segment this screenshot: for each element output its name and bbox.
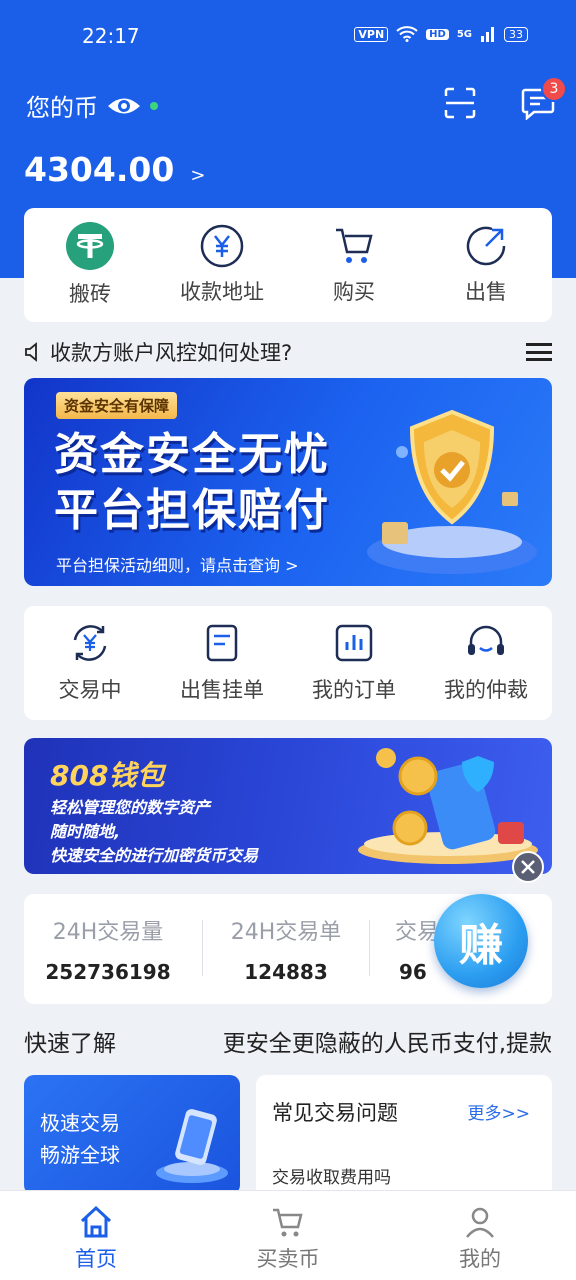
quick-learn-header: 快速了解 更安全更隐蔽的人民币支付,提款 <box>24 1024 552 1058</box>
status-icons: VPN HD 5G 33 <box>354 26 528 42</box>
banner2-line: 快速安全的进行加密货币交易 <box>50 846 259 865</box>
quick-action-buy[interactable]: 购买 <box>288 208 420 322</box>
functions-card: 交易中 出售挂单 我的订单 我的仲裁 <box>24 606 552 720</box>
hd-icon: HD <box>426 28 449 40</box>
banner-headline-2: 平台担保赔付 <box>54 485 330 536</box>
stat-volume: 24H交易量 252736198 <box>24 894 192 1004</box>
func-sell-orders[interactable]: 出售挂单 <box>156 606 288 720</box>
tab-label: 买卖币 <box>256 1247 320 1271</box>
tab-home[interactable]: 首页 <box>0 1191 192 1280</box>
stat-value: 124883 <box>244 960 328 984</box>
menu-icon[interactable] <box>526 343 552 361</box>
tab-label: 首页 <box>75 1247 117 1271</box>
wifi-icon <box>396 26 418 42</box>
banner2-line: 轻松管理您的数字资产 <box>50 798 211 817</box>
battery-icon: 33 <box>504 26 528 42</box>
bottom-tab-bar: 首页 买卖币 我的 <box>0 1190 576 1280</box>
quick-action-label: 收款地址 <box>180 280 264 304</box>
close-banner-button[interactable] <box>512 851 544 883</box>
promo-line: 畅游全球 <box>40 1143 120 1167</box>
faq-question[interactable]: 交易收取费用吗 <box>272 1163 391 1188</box>
quick-action-brick[interactable]: 搬砖 <box>24 208 156 322</box>
quick-actions-card: 搬砖 收款地址 购买 出售 <box>24 208 552 322</box>
func-label: 我的仲裁 <box>444 678 528 702</box>
banner-subtitle: 平台担保活动细则，请点击查询 > <box>56 556 299 575</box>
quick-action-receive-address[interactable]: 收款地址 <box>156 208 288 322</box>
yen-circle-icon <box>200 224 244 268</box>
notice-bar[interactable]: 收款方账户风控如何处理? <box>24 334 552 370</box>
tab-trade[interactable]: 买卖币 <box>192 1191 384 1280</box>
cart-icon <box>336 228 373 263</box>
chart-bar-icon <box>335 624 373 662</box>
headset-icon <box>468 625 504 655</box>
func-my-orders[interactable]: 我的订单 <box>288 606 420 720</box>
tether-icon <box>66 222 114 270</box>
banner2-line: 随时随地, <box>50 822 121 841</box>
status-bar: 22:17 VPN HD 5G 33 <box>0 18 576 58</box>
faq-title: 常见交易问题 <box>272 1101 398 1125</box>
speaker-icon <box>25 342 37 362</box>
eye-icon[interactable] <box>106 95 142 117</box>
quick-action-label: 出售 <box>465 280 507 304</box>
marquee-text[interactable]: 更安全更隐蔽的人民币支付,提款 <box>223 1024 552 1058</box>
promo-card[interactable]: 极速交易 畅游全球 <box>24 1075 240 1195</box>
faq-card: 常见交易问题 更多>> 交易收取费用吗 <box>256 1075 552 1205</box>
banner-headline-1: 资金安全无忧 <box>54 429 330 480</box>
vpn-icon: VPN <box>354 26 389 42</box>
exchange-yen-icon <box>73 625 107 661</box>
wallet-title: 您的币 <box>26 88 158 123</box>
quick-action-label: 搬砖 <box>69 282 111 306</box>
faq-more-link[interactable]: 更多>> <box>468 1099 531 1124</box>
online-status-dot <box>150 101 158 110</box>
cart-icon <box>273 1208 303 1237</box>
func-label: 出售挂单 <box>180 678 264 702</box>
user-icon <box>466 1207 494 1238</box>
quick-action-sell[interactable]: 出售 <box>420 208 552 322</box>
network-label: 5G <box>456 28 472 40</box>
phone-platform-icon <box>156 1109 228 1183</box>
close-icon <box>521 860 535 874</box>
func-label: 交易中 <box>58 678 122 702</box>
shield-icon <box>367 409 537 574</box>
banner2-title: 808钱包 <box>50 759 165 792</box>
notice-text: 收款方账户风控如何处理? <box>50 341 293 365</box>
func-trading[interactable]: 交易中 <box>24 606 156 720</box>
func-my-arbitration[interactable]: 我的仲裁 <box>420 606 552 720</box>
promo-line: 极速交易 <box>40 1111 120 1135</box>
sell-arrow-icon <box>466 226 506 266</box>
signal-icon <box>481 27 494 42</box>
section-title: 快速了解 <box>24 1031 116 1057</box>
stat-label: 24H交易量 <box>52 920 164 945</box>
tab-mine[interactable]: 我的 <box>384 1191 576 1280</box>
status-time: 22:17 <box>82 24 140 48</box>
stat-orders: 24H交易单 124883 <box>202 894 370 1004</box>
balance[interactable]: 4304.00 > <box>24 150 205 189</box>
banner-tag: 资金安全有保障 <box>56 392 178 419</box>
page-title: 您的币 <box>26 94 98 122</box>
scan-icon[interactable] <box>442 86 478 120</box>
tab-label: 我的 <box>459 1247 501 1271</box>
notification-badge: 3 <box>541 76 567 102</box>
document-icon <box>206 624 238 662</box>
home-icon <box>80 1205 112 1238</box>
quick-action-label: 购买 <box>333 280 375 304</box>
earn-button[interactable]: 赚 <box>434 894 528 988</box>
security-banner[interactable]: 资金安全有保障 资金安全无忧 平台担保赔付 平台担保活动细则，请点击查询 > <box>24 378 552 586</box>
balance-arrow: > <box>190 165 206 186</box>
wallet-banner[interactable]: 808钱包 轻松管理您的数字资产 随时随地, 快速安全的进行加密货币交易 <box>24 738 552 874</box>
stat-value: 252736198 <box>45 960 171 984</box>
func-label: 我的订单 <box>312 678 396 702</box>
stat-label: 24H交易单 <box>230 920 342 945</box>
balance-value: 4304.00 <box>24 150 175 189</box>
